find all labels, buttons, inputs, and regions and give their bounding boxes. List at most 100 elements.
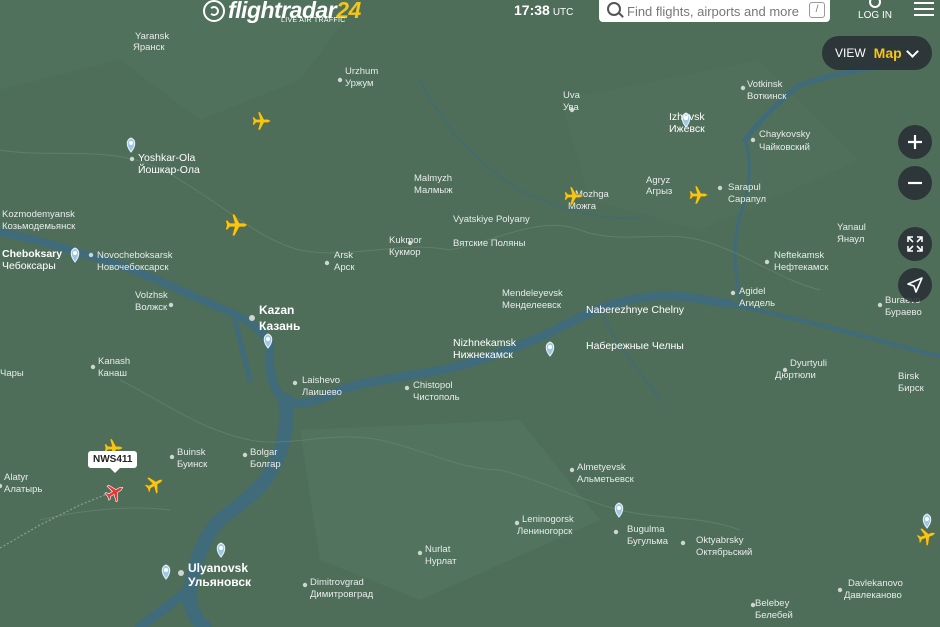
- city-label: Belebey: [755, 598, 790, 609]
- city-label: Яранск: [133, 42, 165, 53]
- city-label: Бирск: [898, 383, 925, 394]
- city-label: Malmyzh: [414, 173, 452, 184]
- city-label: Oktyabrsky: [696, 535, 744, 546]
- city-label: Нефтекамск: [774, 262, 829, 273]
- city-label: Арск: [334, 262, 355, 273]
- city-label: Dyurtyuli: [790, 358, 827, 369]
- city-label: Дюртюли: [775, 370, 816, 381]
- utc-clock: 17:38 UTC: [514, 2, 573, 18]
- city-label: Chaykovsky: [759, 129, 810, 140]
- city-label: Kanash: [98, 356, 130, 367]
- city-label: Казань: [259, 319, 300, 333]
- zoom-in-button[interactable]: [898, 125, 932, 159]
- city-label: Uva: [563, 90, 581, 101]
- city-label: Менделеевск: [502, 300, 562, 311]
- city-label: Nizhnekamsk: [453, 337, 517, 349]
- city-label: Лаишево: [302, 387, 342, 398]
- city-label: Давлеканово: [844, 590, 902, 601]
- city-label: Yoshkar-Ola: [138, 152, 196, 164]
- city-label: Уржум: [345, 78, 374, 89]
- fullscreen-button[interactable]: [898, 227, 932, 261]
- city-label: Almetyevsk: [577, 462, 626, 473]
- city-label: Агидель: [739, 298, 775, 309]
- city-label: Davlekanovo: [848, 578, 903, 589]
- city-label: Малмыж: [414, 185, 453, 196]
- chevron-down-icon: [905, 44, 919, 58]
- city-label: Бугульма: [627, 536, 669, 547]
- city-label: Сарапул: [728, 194, 766, 205]
- city-label: Dimitrovgrad: [310, 577, 364, 588]
- city-label: Birsk: [898, 371, 919, 382]
- city-label: Болгар: [250, 459, 281, 470]
- city-label: Кукмор: [389, 247, 421, 258]
- city-label: Volzhsk: [135, 290, 168, 301]
- city-label: Альметьевск: [577, 474, 635, 485]
- city-label: Йошкар-Ола: [138, 163, 200, 176]
- city-label: Новочебоксарск: [97, 262, 169, 273]
- city-label: Ulyanovsk: [188, 561, 248, 575]
- city-label: Bolgar: [250, 447, 277, 458]
- city-label: Димитровград: [310, 589, 374, 600]
- city-label: Белебей: [755, 610, 793, 621]
- city-label: Izhevsk: [669, 111, 705, 123]
- city-label: Cheboksary: [2, 248, 62, 260]
- view-value: Map: [873, 45, 902, 61]
- city-label: Vyatskiye Polyany: [453, 214, 530, 225]
- city-label: Bugulma: [627, 524, 665, 535]
- city-label: Алатырь: [4, 484, 42, 495]
- city-label: Arsk: [334, 250, 353, 261]
- minus-icon: [908, 181, 922, 185]
- zoom-out-button[interactable]: [898, 166, 932, 200]
- city-label: Kazan: [259, 303, 294, 317]
- clock-timezone: UTC: [552, 7, 574, 18]
- city-label: Ижевск: [669, 123, 705, 135]
- city-label: Янаул: [837, 234, 864, 245]
- radar-icon: [203, 0, 225, 22]
- city-label: Канаш: [98, 368, 127, 379]
- city-label: Kozmodemyansk: [2, 209, 75, 220]
- city-label: Buinsk: [177, 447, 206, 458]
- clock-time: 17:38: [514, 2, 550, 18]
- view-selector[interactable]: VIEW Map: [822, 36, 932, 70]
- login-button[interactable]: LOG IN: [855, 0, 895, 21]
- flight-callsign-tag[interactable]: NWS411: [88, 451, 138, 473]
- location-arrow-icon: [907, 277, 923, 293]
- locate-button[interactable]: [898, 268, 932, 302]
- city-label: Neftekamsk: [774, 250, 824, 261]
- city-label: Laishevo: [302, 375, 340, 386]
- city-label: Октябрьский: [696, 547, 752, 558]
- view-label: VIEW: [835, 46, 866, 60]
- city-label: Воткинск: [747, 91, 787, 102]
- flightradar24-logo[interactable]: flightradar24 LIVE AIR TRAFFIC: [203, 0, 361, 24]
- city-label: Votkinsk: [747, 79, 783, 90]
- city-label: Чайковский: [759, 142, 810, 153]
- search-input[interactable]: [625, 1, 809, 21]
- city-label: Буинск: [177, 459, 208, 470]
- search-box[interactable]: /: [599, 0, 830, 22]
- city-label: Ува: [563, 102, 579, 113]
- login-label: LOG IN: [858, 10, 892, 21]
- city-label: Urzhum: [345, 66, 378, 77]
- city-label: Sarapul: [728, 182, 761, 193]
- city-label: Chistopol: [413, 380, 453, 391]
- city-label: Нурлат: [425, 556, 457, 567]
- city-label: Agryz: [646, 175, 671, 186]
- search-icon: [607, 2, 621, 16]
- menu-icon[interactable]: [914, 2, 934, 18]
- city-label: Чары: [0, 368, 24, 379]
- plus-icon: [908, 135, 922, 149]
- city-label: Волжск: [135, 302, 168, 313]
- city-label: Чебоксары: [2, 260, 56, 272]
- shortcut-key-hint: /: [809, 2, 825, 18]
- top-bar: flightradar24 LIVE AIR TRAFFIC 17:38 UTC …: [0, 0, 940, 28]
- city-label: Лениногорск: [517, 526, 573, 537]
- city-label: Нижнекамск: [453, 349, 513, 361]
- city-label: Nurlat: [425, 544, 451, 555]
- city-label: Чистополь: [413, 392, 460, 403]
- city-label: Naberezhnye Chelny: [586, 304, 685, 316]
- city-label: Yaransk: [135, 31, 169, 42]
- flight-map[interactable]: Yaransk Яранск Urzhum Уржум Yoshkar-Ola …: [0, 0, 940, 627]
- city-label: Агрыз: [646, 186, 672, 197]
- city-label: Бураево: [885, 307, 922, 318]
- city-label: Agidel: [739, 286, 765, 297]
